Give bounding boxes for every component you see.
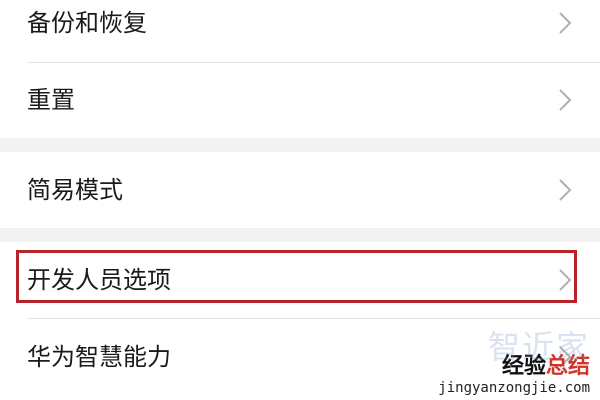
settings-item-reset[interactable]: 重置: [0, 63, 600, 138]
settings-item-developer-options[interactable]: 开发人员选项: [0, 242, 600, 318]
settings-item-backup-restore[interactable]: 备份和恢复: [0, 0, 600, 62]
chevron-right-icon: [558, 345, 572, 369]
settings-item-label: 简易模式: [27, 176, 123, 204]
settings-item-label: 备份和恢复: [27, 9, 147, 37]
section-gap: [0, 138, 600, 152]
settings-item-label: 重置: [27, 86, 75, 114]
settings-item-label: 华为智慧能力: [27, 343, 171, 371]
chevron-right-icon: [558, 178, 572, 202]
chevron-right-icon: [558, 88, 572, 112]
settings-item-simple-mode[interactable]: 简易模式: [0, 152, 600, 228]
chevron-right-icon: [558, 268, 572, 292]
settings-item-label: 开发人员选项: [27, 266, 171, 294]
settings-item-huawei-smart-ability[interactable]: 华为智慧能力: [0, 319, 600, 400]
section-gap: [0, 228, 600, 242]
chevron-right-icon: [558, 11, 572, 35]
